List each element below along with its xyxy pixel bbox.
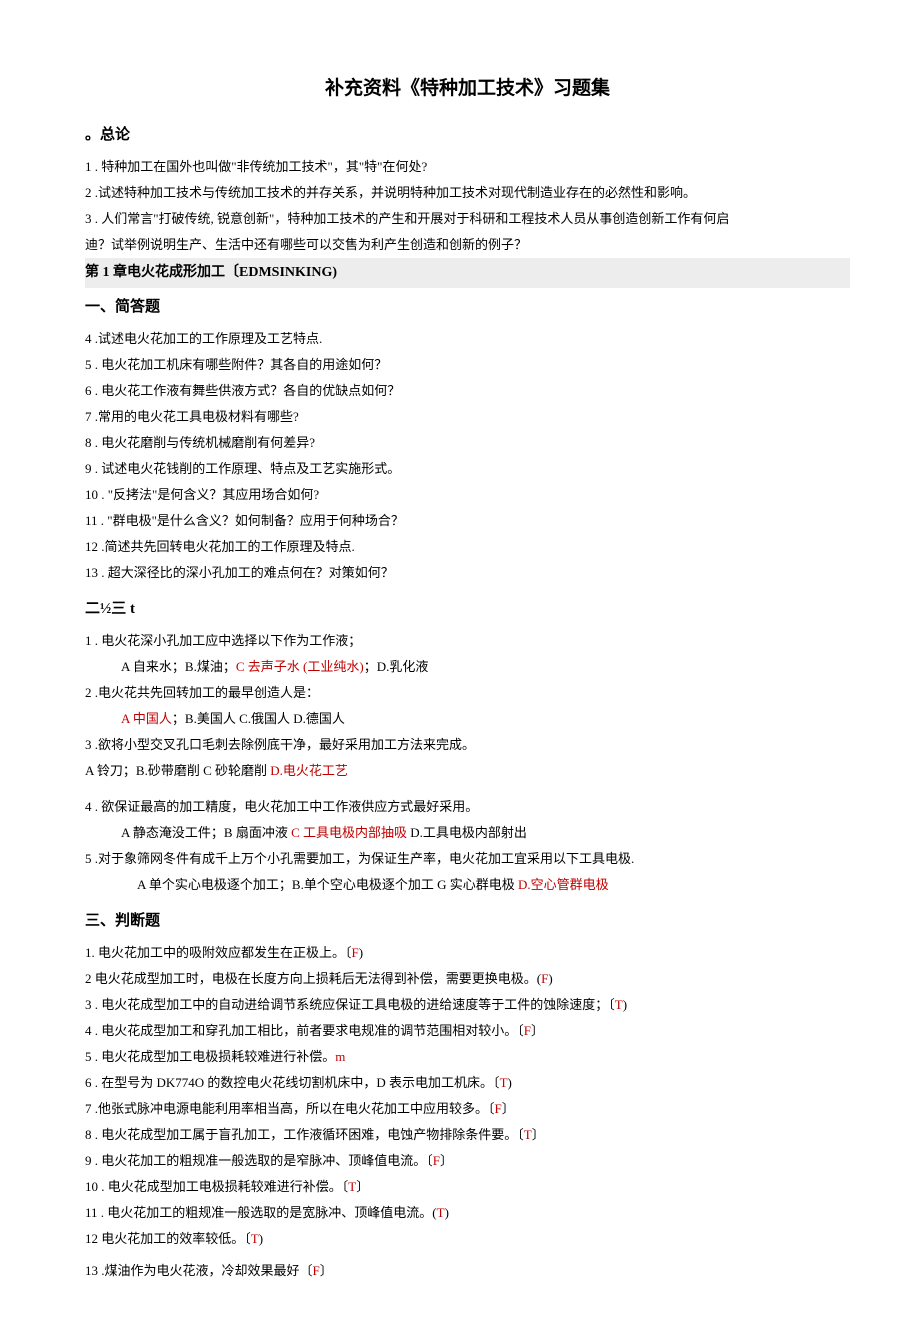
- intro-q2: 2 .试述特种加工技术与传统加工技术的并存关系，并说明特种加工技术对现代制造业存…: [85, 180, 850, 206]
- choice-q1-opt-pre: A 自来水；B.煤油；: [121, 659, 236, 674]
- judge-q12-post: ): [259, 1231, 263, 1246]
- judge-q4-post: 〕: [531, 1023, 544, 1038]
- choice-q2-answer: A 中国人: [121, 711, 172, 726]
- section-intro-heading: 。总论: [85, 120, 850, 150]
- choice-q3-opt-pre: A 铃刀；B.砂带磨削 C 砂轮磨削: [85, 763, 270, 778]
- judge-q5: 5 . 电火花成型加工电极损耗较难进行补偿。m: [85, 1044, 850, 1070]
- judge-q3-answer: T: [615, 997, 623, 1012]
- choice-q4: 4 . 欲保证最高的加工精度，电火花加工中工作液供应方式最好采用。: [85, 794, 850, 820]
- judge-q2-text: 2 电火花成型加工时，电极在长度方向上损耗后无法得到补偿，需要更换电极。(: [85, 971, 541, 986]
- judge-q12-text: 12 电火花加工的效率较低。〔: [85, 1231, 251, 1246]
- short-q5: 5 . 电火花加工机床有哪些附件？其各自的用途如何？: [85, 352, 850, 378]
- judge-q5-answer: m: [335, 1049, 345, 1064]
- judge-q6: 6 . 在型号为 DK774O 的数控电火花线切割机床中，D 表示电加工机床。〔…: [85, 1070, 850, 1096]
- judge-q6-post: ): [508, 1075, 512, 1090]
- judge-q4-text: 4 . 电火花成型加工和穿孔加工相比，前者要求电规准的调节范围相对较小。〔: [85, 1023, 524, 1038]
- short-q8: 8 . 电火花磨削与传统机械磨削有何差异?: [85, 430, 850, 456]
- intro-q3-line2: 迪？试举例说明生产、生活中还有哪些可以交售为利产生创造和创新的例子？: [85, 232, 850, 258]
- chapter-1-header: 第 1 章电火花成形加工〔EDMSINKING): [85, 258, 850, 288]
- choice-q1: 1 . 电火花深小孔加工应中选择以下作为工作液；: [85, 628, 850, 654]
- judge-q1-text: 1. 电火花加工中的吸附效应都发生在正极上。〔: [85, 945, 352, 960]
- judge-q11-text: 11 . 电火花加工的粗规准一般选取的是宽脉冲、顶峰值电流。(: [85, 1205, 437, 1220]
- intro-q3-line1: 3 . 人们常言"打破传统, 锐意创新"，特种加工技术的产生和开展对于科研和工程…: [85, 206, 850, 232]
- choice-q3-answer: D.电火花工艺: [270, 763, 348, 778]
- judge-q7-answer: F: [495, 1101, 502, 1116]
- choice-q5: 5 .对于象筛网冬件有成千上万个小孔需要加工，为保证生产率，电火花加工宜采用以下…: [85, 846, 850, 872]
- section-choice-heading: 二½三 t: [85, 594, 850, 624]
- short-q12: 12 .简述共先回转电火花加工的工作原理及特点.: [85, 534, 850, 560]
- judge-q11-answer: T: [437, 1205, 445, 1220]
- choice-q4-opt-post: D.工具电极内部射出: [410, 825, 527, 840]
- judge-q12-answer: T: [251, 1231, 259, 1246]
- judge-q8-text: 8 . 电火花成型加工属于盲孔加工，工作液循环困难，电蚀产物排除条件要。〔: [85, 1127, 524, 1142]
- judge-q5-text: 5 . 电火花成型加工电极损耗较难进行补偿。: [85, 1049, 335, 1064]
- section-short-answer-heading: 一、简答题: [85, 292, 850, 322]
- choice-q2-options: A 中国人；B.美国人 C.俄国人 D.德国人: [85, 706, 850, 732]
- intro-q1: 1 . 特种加工在国外也叫做"非传统加工技术"，其"特"在何处?: [85, 154, 850, 180]
- judge-q9-text: 9 . 电火花加工的粗规准一般选取的是窄脉冲、顶峰值电流。〔: [85, 1153, 433, 1168]
- judge-q8-answer: T: [524, 1127, 532, 1142]
- short-q11: 11 . "群电极"是什么含义？如何制备？应用于何种场合？: [85, 508, 850, 534]
- judge-q3-post: ): [623, 997, 627, 1012]
- judge-q9-post: 〕: [440, 1153, 453, 1168]
- choice-q1-options: A 自来水；B.煤油；C 去声子水 (工业纯水)；D.乳化液: [85, 654, 850, 680]
- choice-q4-answer: C 工具电极内部抽吸: [291, 825, 410, 840]
- judge-q3: 3 . 电火花成型加工中的自动进给调节系统应保证工具电极的进给速度等于工件的蚀除…: [85, 992, 850, 1018]
- judge-q12: 12 电火花加工的效率较低。〔T): [85, 1226, 850, 1252]
- section-judge-heading: 三、判断题: [85, 906, 850, 936]
- choice-q1-opt-post: ；D.乳化液: [364, 659, 429, 674]
- judge-q8: 8 . 电火花成型加工属于盲孔加工，工作液循环困难，电蚀产物排除条件要。〔T〕: [85, 1122, 850, 1148]
- judge-q9-answer: F: [433, 1153, 440, 1168]
- choice-q2: 2 .电火花共先回转加工的最早创造人是：: [85, 680, 850, 706]
- choice-q4-options: A 静态淹没工件；B 扇面冲液 C 工具电极内部抽吸 D.工具电极内部射出: [85, 820, 850, 846]
- judge-q10: 10 . 电火花成型加工电极损耗较难进行补偿。〔T〕: [85, 1174, 850, 1200]
- judge-q2: 2 电火花成型加工时，电极在长度方向上损耗后无法得到补偿，需要更换电极。(F): [85, 966, 850, 992]
- choice-q5-answer: D.空心管群电极: [518, 877, 609, 892]
- choice-q4-opt-pre: A 静态淹没工件；B 扇面冲液: [121, 825, 291, 840]
- judge-q2-post: ): [548, 971, 552, 986]
- judge-q1-post: ): [359, 945, 363, 960]
- judge-q6-text: 6 . 在型号为 DK774O 的数控电火花线切割机床中，D 表示电加工机床。〔: [85, 1075, 500, 1090]
- judge-q13: 13 .煤油作为电火花液，冷却效果最好〔F〕: [85, 1258, 850, 1284]
- choice-q1-answer: C 去声子水 (工业纯水): [236, 659, 364, 674]
- choice-q2-opt-post: ；B.美国人 C.俄国人 D.德国人: [172, 711, 345, 726]
- judge-q4: 4 . 电火花成型加工和穿孔加工相比，前者要求电规准的调节范围相对较小。〔F〕: [85, 1018, 850, 1044]
- judge-q3-text: 3 . 电火花成型加工中的自动进给调节系统应保证工具电极的进给速度等于工件的蚀除…: [85, 997, 615, 1012]
- short-q10: 10 . "反拷法"是何含义？其应用场合如何?: [85, 482, 850, 508]
- judge-q6-answer: T: [500, 1075, 508, 1090]
- judge-q9: 9 . 电火花加工的粗规准一般选取的是窄脉冲、顶峰值电流。〔F〕: [85, 1148, 850, 1174]
- choice-q5-options: A 单个实心电极逐个加工；B.单个空心电极逐个加工 G 实心群电极 D.空心管群…: [85, 872, 850, 898]
- judge-q11-post: ): [445, 1205, 449, 1220]
- judge-q13-answer: F: [313, 1263, 320, 1278]
- judge-q1: 1. 电火花加工中的吸附效应都发生在正极上。〔F): [85, 940, 850, 966]
- judge-q7-post: 〕: [502, 1101, 515, 1116]
- judge-q7-text: 7 .他张式脉冲电源电能利用率相当高，所以在电火花加工中应用较多。〔: [85, 1101, 495, 1116]
- short-q13: 13 . 超大深径比的深小孔加工的难点何在？对策如何？: [85, 560, 850, 586]
- page-title: 补充资料《特种加工技术》习题集: [85, 70, 850, 108]
- judge-q4-answer: F: [524, 1023, 531, 1038]
- short-q6: 6 . 电火花工作液有舞些供液方式？各自的优缺点如何？: [85, 378, 850, 404]
- judge-q1-answer: F: [352, 945, 359, 960]
- judge-q7: 7 .他张式脉冲电源电能利用率相当高，所以在电火花加工中应用较多。〔F〕: [85, 1096, 850, 1122]
- choice-q5-opt-pre: A 单个实心电极逐个加工；B.单个空心电极逐个加工 G 实心群电极: [137, 877, 518, 892]
- judge-q10-text: 10 . 电火花成型加工电极损耗较难进行补偿。〔: [85, 1179, 348, 1194]
- choice-q3-options: A 铃刀；B.砂带磨削 C 砂轮磨削 D.电火花工艺: [85, 758, 850, 784]
- short-q4: 4 .试述电火花加工的工作原理及工艺特点.: [85, 326, 850, 352]
- short-q7: 7 .常用的电火花工具电极材料有哪些?: [85, 404, 850, 430]
- short-q9: 9 . 试述电火花钱削的工作原理、特点及工艺实施形式。: [85, 456, 850, 482]
- judge-q8-post: 〕: [532, 1127, 545, 1142]
- judge-q13-post: 〕: [320, 1263, 333, 1278]
- choice-q3: 3 .欲将小型交叉孔口毛刺去除例底干净，最好采用加工方法来完成。: [85, 732, 850, 758]
- judge-q11: 11 . 电火花加工的粗规准一般选取的是宽脉冲、顶峰值电流。(T): [85, 1200, 850, 1226]
- judge-q13-text: 13 .煤油作为电火花液，冷却效果最好〔: [85, 1263, 313, 1278]
- judge-q10-post: 〕: [356, 1179, 369, 1194]
